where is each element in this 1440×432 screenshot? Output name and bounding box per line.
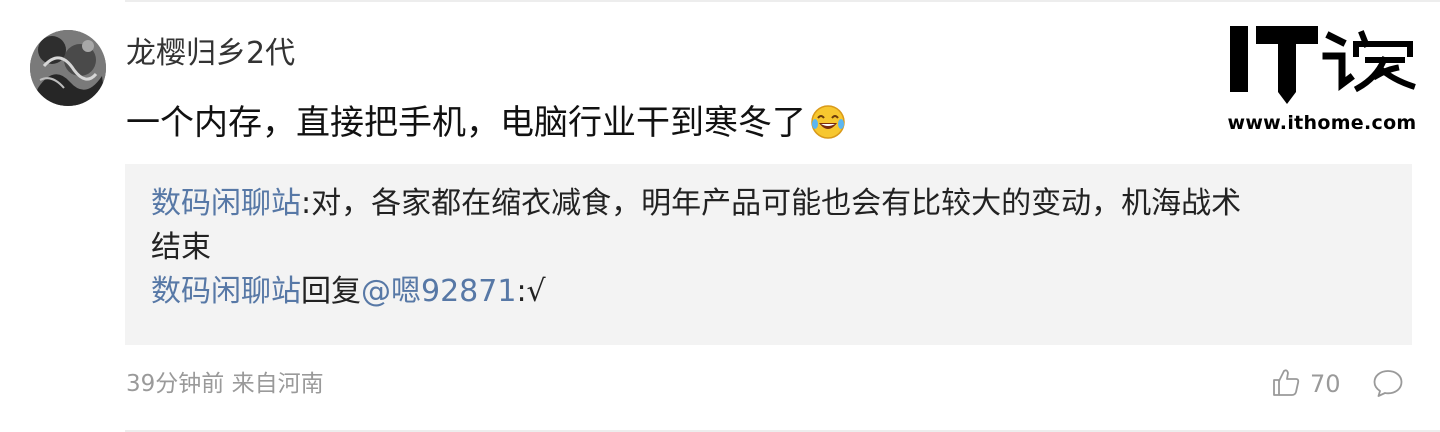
ithome-logo-mark <box>1230 26 1416 104</box>
reply-text: √ <box>526 274 546 309</box>
thumbs-up-icon[interactable] <box>1271 367 1301 401</box>
like-count[interactable]: 70 <box>1310 366 1341 402</box>
reply-bubble-icon[interactable] <box>1372 368 1404 402</box>
comment-location: 来自河南 <box>231 371 324 397</box>
ithome-site-url: www.ithome.com <box>1227 112 1417 134</box>
reply-author-link[interactable]: 数码闲聊站 <box>151 274 301 309</box>
comment-text: 一个内存，直接把手机，电脑行业干到寒冬了 <box>126 98 846 154</box>
avatar-image <box>30 30 106 106</box>
laughing-crying-emoji-icon <box>810 104 846 154</box>
avatar[interactable] <box>30 30 106 106</box>
reply-word: 回复 <box>301 274 361 309</box>
quote-reply-2: 数码闲聊站回复@嗯92871:√ <box>151 270 1384 314</box>
comment-meta: 39分钟前 来自河南 <box>126 366 324 402</box>
comment-card: 龙樱归乡2代 一个内存，直接把手机，电脑行业干到寒冬了 www.ithome.c… <box>0 0 1440 432</box>
ithome-logo: www.ithome.com <box>1226 22 1418 140</box>
quote-colon: : <box>301 186 312 221</box>
quote-reply-1: 数码闲聊站:对，各家都在缩衣减食，明年产品可能也会有比较大的变动，机海战术 <box>151 182 1384 226</box>
username[interactable]: 龙樱归乡2代 <box>126 32 295 76</box>
quote-text-line1: 对，各家都在缩衣减食，明年产品可能也会有比较大的变动，机海战术 <box>311 186 1242 221</box>
quoted-replies: 数码闲聊站:对，各家都在缩衣减食，明年产品可能也会有比较大的变动，机海战术 结束… <box>125 164 1412 345</box>
quote-author-link[interactable]: 数码闲聊站 <box>151 186 301 221</box>
reply-colon: : <box>516 274 527 309</box>
reply-target-link[interactable]: @嗯92871 <box>361 274 516 309</box>
quote-text-line2: 结束 <box>151 230 211 265</box>
comment-body: 一个内存，直接把手机，电脑行业干到寒冬了 <box>126 103 806 143</box>
top-divider <box>125 0 1440 2</box>
comment-time: 39分钟前 <box>126 371 225 397</box>
